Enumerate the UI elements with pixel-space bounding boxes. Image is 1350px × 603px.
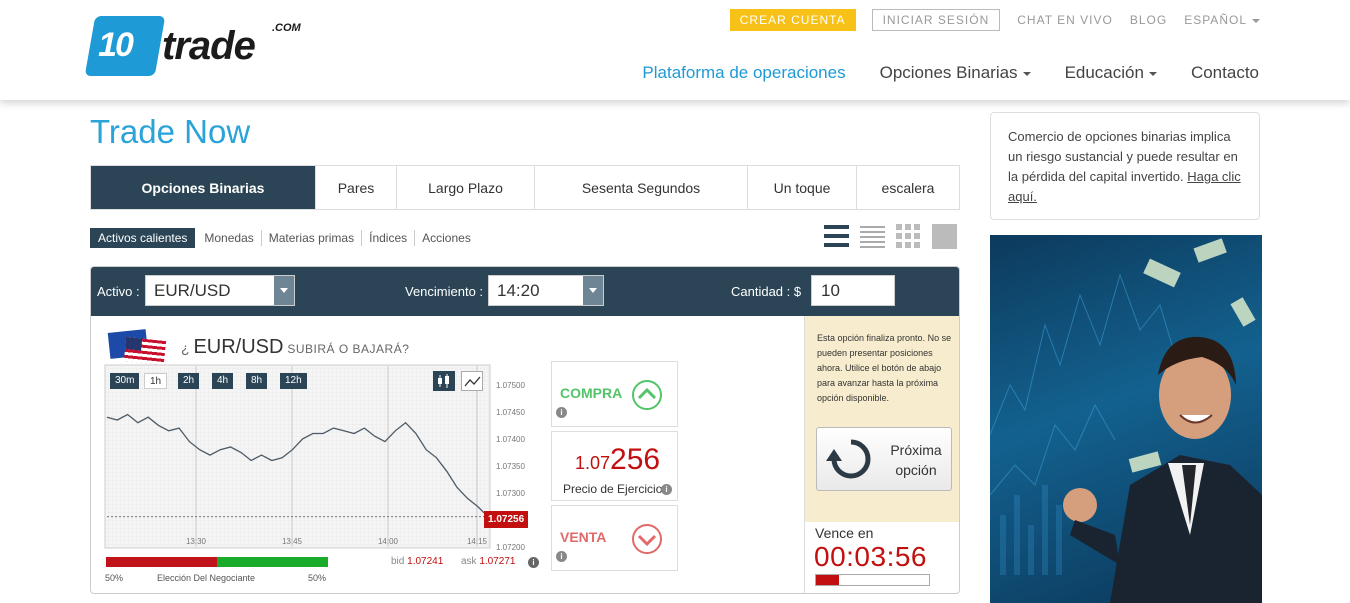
nav-contact[interactable]: Contacto [1191,63,1259,83]
tab-one-touch[interactable]: Un toque [748,166,857,209]
create-account-button[interactable]: CREAR CUENTA [729,9,856,31]
info-icon[interactable]: i [528,557,539,568]
y-tick-label: 1.07300 [496,489,525,498]
category-hot-assets[interactable]: Activos calientes [90,228,196,248]
category-indices[interactable]: Índices [362,230,416,246]
candlestick-icon[interactable] [433,371,455,391]
expires-in-label: Vence en [815,525,874,541]
asset-label: Activo : [97,284,140,299]
blog-link[interactable]: BLOG [1130,13,1167,27]
expiry-notice: Esta opción finaliza pronto. No se puede… [805,316,959,522]
single-view-icon[interactable] [932,224,957,249]
chevron-down-icon [274,276,294,305]
main-nav: Plataforma de operaciones Opciones Binar… [642,63,1259,83]
list-view-icon[interactable] [824,224,849,249]
trading-panel: Activo : EUR/USD Vencimiento : 14:20 Can… [90,266,960,594]
nav-education[interactable]: Educación [1065,63,1157,83]
trader-celebration-image [990,238,1262,603]
advertisement-banner[interactable] [990,235,1262,603]
x-tick-label: 14:15 [467,537,488,546]
live-chat-link[interactable]: CHAT EN VIVO [1017,13,1113,27]
bid-price: bid 1.07241 [391,556,444,567]
tab-sixty-seconds[interactable]: Sesenta Segundos [535,166,748,209]
eur-usd-flag-icon [107,329,167,366]
timeframe-2h[interactable]: 2h [178,373,200,389]
sell-button[interactable]: VENTA i [551,505,678,571]
strike-price-box: 1.07256 Precio de Ejercicio i [551,431,678,501]
asset-heading: ¿ EUR/USD SUBIRÁ O BAJARÁ? [107,329,409,366]
asset-select[interactable]: EUR/USD [145,275,295,306]
chevron-down-icon [1022,71,1031,76]
expiry-label: Vencimiento : [405,284,484,299]
line-chart-icon[interactable] [461,371,483,391]
info-icon[interactable]: i [661,484,672,495]
timeframe-1h[interactable]: 1h [144,373,168,389]
timeframe-30m[interactable]: 30m [110,373,140,389]
grid-view-icon[interactable] [896,224,921,249]
nav-platform[interactable]: Plataforma de operaciones [642,63,845,83]
category-stocks[interactable]: Acciones [415,230,478,246]
y-tick-label: 1.07400 [496,435,525,444]
nav-binary-options[interactable]: Opciones Binarias [880,63,1031,83]
countdown-timer: 00:03:56 [814,541,927,572]
x-tick-label: 14:00 [378,537,399,546]
page-title: Trade Now [90,113,251,150]
sentiment-right: 50% [308,573,327,583]
strike-price: 1.07256 [575,443,661,476]
sentiment-label: Elección Del Negociante [157,573,256,583]
y-tick-label: 1.07200 [496,543,525,550]
amount-label: Cantidad : $ [731,284,802,299]
x-tick-label: 13:45 [282,537,303,546]
y-tick-label: 1.07450 [496,408,525,417]
next-option-button[interactable]: Próxima opción [816,427,952,491]
timeframe-12h[interactable]: 12h [280,373,307,389]
expiry-select[interactable]: 14:20 [488,275,604,306]
site-header: 10 trade .COM CREAR CUENTA INICIAR SESIÓ… [0,0,1350,100]
logo[interactable]: 10 trade .COM [84,16,301,78]
compact-list-icon[interactable] [860,224,885,249]
buy-button[interactable]: COMPRA i [551,361,678,427]
sentiment-left: 50% [105,573,124,583]
current-price-tag: 1.07256 [484,511,529,528]
arrow-down-icon [632,524,662,554]
y-tick-label: 1.07350 [496,462,525,471]
product-tabs: Opciones Binarias Pares Largo Plazo Sese… [90,165,960,210]
chevron-down-icon [1148,71,1157,76]
amount-input[interactable]: 10 [811,275,895,306]
info-icon[interactable]: i [556,551,567,562]
category-currencies[interactable]: Monedas [197,230,262,246]
language-selector[interactable]: ESPAÑOL [1184,13,1260,27]
tab-ladder[interactable]: escalera [857,166,959,209]
trader-sentiment-bar [106,557,328,567]
x-tick-label: 13:30 [186,537,207,546]
strike-label: Precio de Ejercicio [563,482,663,496]
login-button[interactable]: INICIAR SESIÓN [871,9,1001,31]
refresh-icon [826,439,871,479]
countdown-progress [815,574,930,586]
tab-long-term[interactable]: Largo Plazo [397,166,535,209]
y-tick-label: 1.07500 [496,381,525,390]
panel-toolbar: Activo : EUR/USD Vencimiento : 14:20 Can… [91,267,959,316]
timeframe-8h[interactable]: 8h [246,373,268,389]
chevron-down-icon [1252,18,1260,23]
chevron-down-icon [583,276,603,305]
risk-warning: Comercio de opciones binarias implica un… [990,112,1260,220]
tab-binary-options[interactable]: Opciones Binarias [91,166,316,209]
info-icon[interactable]: i [556,407,567,418]
category-commodities[interactable]: Materias primas [262,230,363,246]
asset-categories: Activos calientes Monedas Materias prima… [90,228,478,248]
tab-pairs[interactable]: Pares [316,166,397,209]
view-switcher [824,224,957,249]
expiry-panel: Esta opción finaliza pronto. No se puede… [804,316,959,593]
top-links: CREAR CUENTA INICIAR SESIÓN CHAT EN VIVO… [729,9,1260,31]
ask-price: ask 1.07271 [461,556,516,567]
asset-name: EUR/USD [193,335,284,358]
price-chart: 1.07500 1.07450 1.07400 1.07350 1.07300 1.072… [104,364,544,552]
timeframe-4h[interactable]: 4h [212,373,234,389]
arrow-up-icon [632,380,662,410]
